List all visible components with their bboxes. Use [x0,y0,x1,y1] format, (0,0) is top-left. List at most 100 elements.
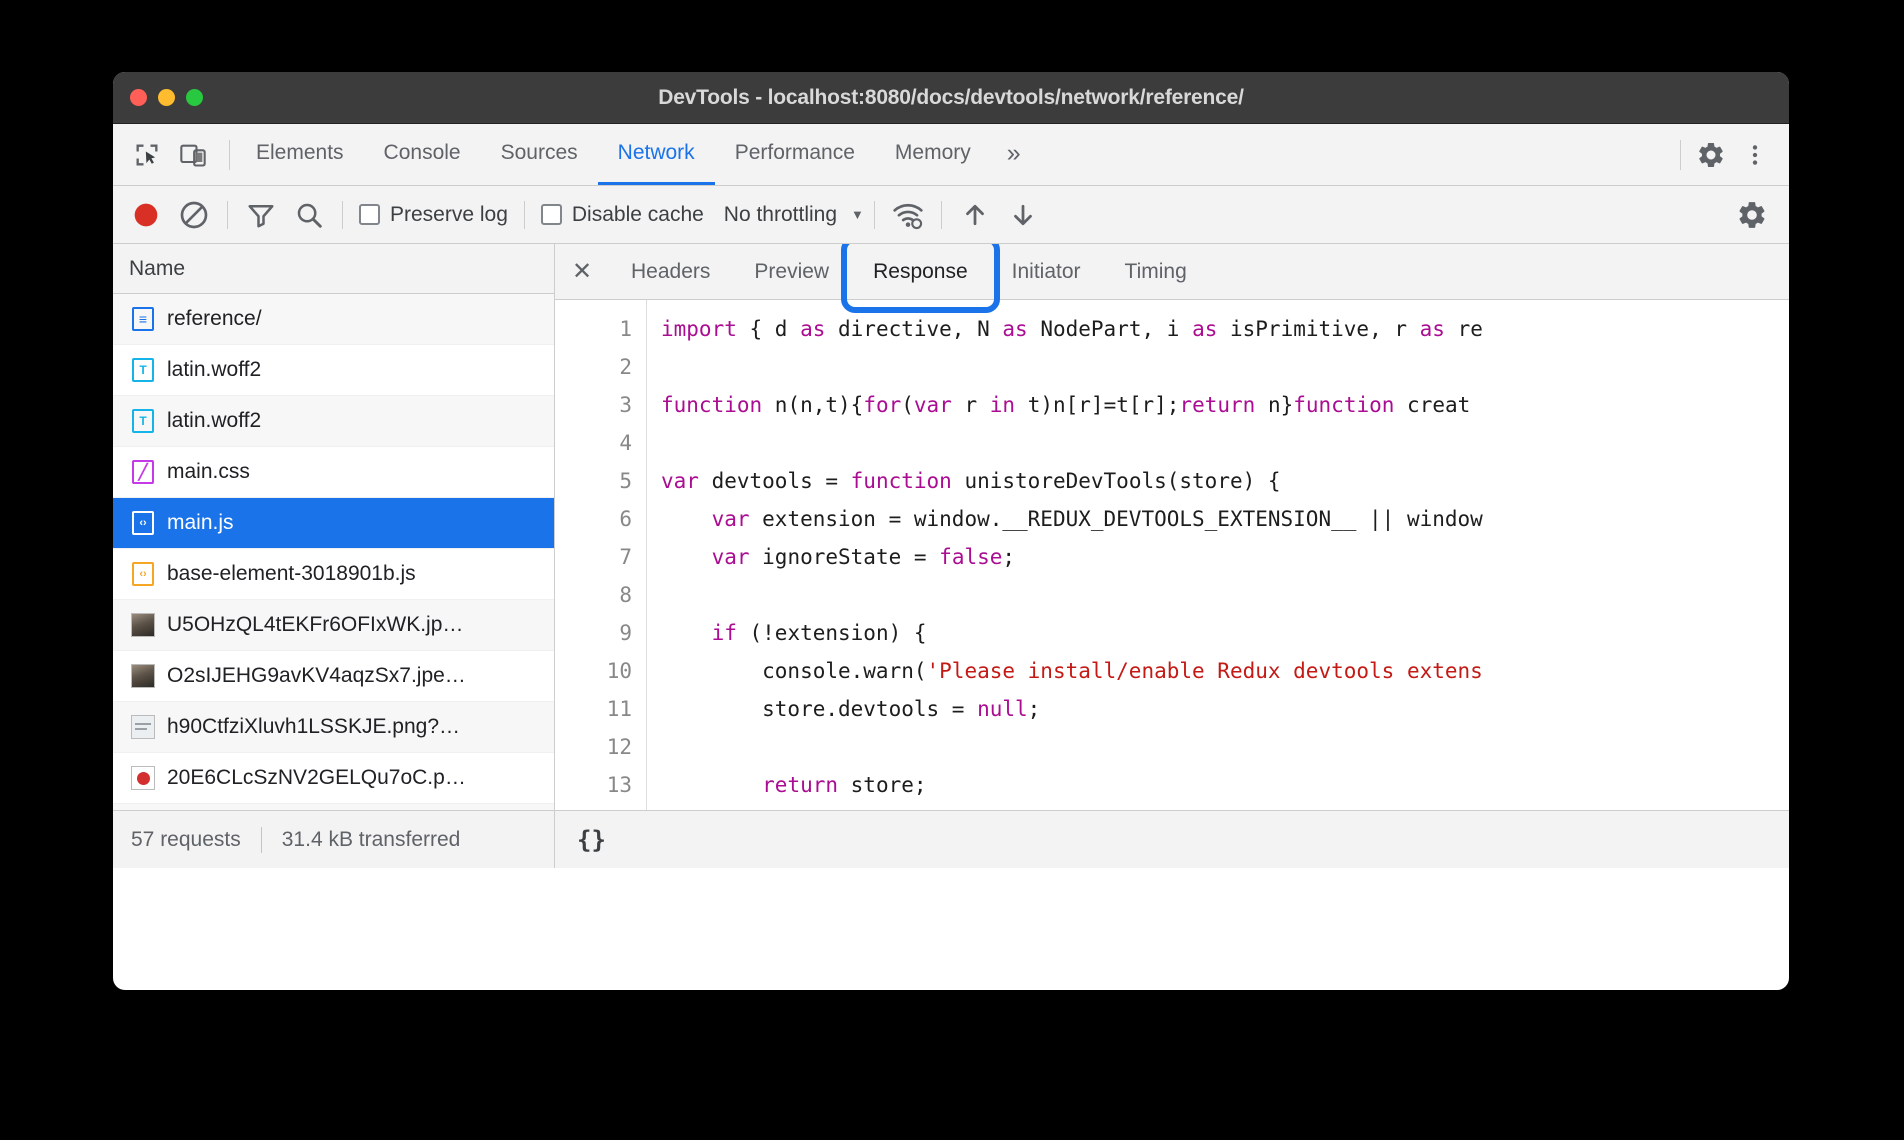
code-line: var devtools = function unistoreDevTools… [661,462,1789,500]
device-toolbar-icon[interactable] [173,135,213,175]
close-detail-icon[interactable]: ✕ [555,244,609,299]
tab-response[interactable]: Response [851,244,990,299]
disable-cache-label: Disable cache [572,203,704,227]
detail-tabstrip: ✕ Headers Preview Response Initiator Tim… [555,244,1789,300]
request-row[interactable]: U5OHzQL4tEKFr6OFIxWK.jp… [113,600,554,651]
pretty-print-button[interactable]: {} [577,826,606,854]
maximize-window-button[interactable] [186,89,203,106]
network-toolbar-actions [1729,192,1789,238]
request-name: reference/ [167,307,262,331]
tab-initiator-label: Initiator [1012,260,1081,284]
request-name: U5OHzQL4tEKFr6OFIxWK.jp… [167,613,463,637]
line-number: 6 [555,500,632,538]
request-name: 20E6CLcSzNV2GELQu7oC.p… [167,766,466,790]
font-icon: T [131,358,155,382]
request-row[interactable]: ╱main.css [113,447,554,498]
export-har-icon[interactable] [1000,192,1046,238]
inspect-element-icon[interactable] [127,135,167,175]
toolbar-divider-2 [342,201,343,229]
more-tabs-chevron-icon[interactable]: » [991,124,1037,185]
requests-sidebar: Name ≡reference/Tlatin.woff2Tlatin.woff2… [113,244,555,810]
tab-memory[interactable]: Memory [875,124,991,185]
request-row[interactable]: Tlatin.woff2 [113,396,554,447]
code-line: var extension = window.__REDUX_DEVTOOLS_… [661,500,1789,538]
request-list: ≡reference/Tlatin.woff2Tlatin.woff2╱main… [113,294,554,810]
request-row[interactable]: O2sIJEHG9avKV4aqzSx7.jpe… [113,651,554,702]
disable-cache-box[interactable] [541,204,562,225]
image-icon [131,664,155,688]
request-name: latin.woff2 [167,358,261,382]
line-number: 13 [555,766,632,804]
more-tabs-label: » [1007,139,1021,168]
tab-network[interactable]: Network [598,124,715,185]
tab-console[interactable]: Console [364,124,481,185]
tab-headers[interactable]: Headers [609,244,732,299]
tab-timing-label: Timing [1125,260,1187,284]
request-row[interactable]: ‹›main.js [113,498,554,549]
tab-timing[interactable]: Timing [1103,244,1209,299]
line-number: 3 [555,386,632,424]
tab-initiator[interactable]: Initiator [990,244,1103,299]
request-row[interactable]: ≡ reference/ [113,294,554,345]
throttling-dropdown[interactable]: No throttling ▼ [712,203,864,227]
line-number: 11 [555,690,632,728]
gear-icon[interactable] [1729,192,1775,238]
tab-performance[interactable]: Performance [715,124,875,185]
name-column-header[interactable]: Name [113,244,554,294]
search-icon[interactable] [286,192,332,238]
tab-preview-label: Preview [754,260,829,284]
preserve-log-box[interactable] [359,204,380,225]
document-icon: ≡ [131,307,155,331]
disable-cache-checkbox[interactable]: Disable cache [535,203,710,227]
request-row[interactable]: Tlatin.woff2 [113,345,554,396]
filter-icon[interactable] [238,192,284,238]
panel-tabs: Elements Console Sources Network Perform… [236,124,1037,185]
traffic-lights [113,89,203,106]
tab-sources[interactable]: Sources [481,124,598,185]
gear-icon[interactable] [1691,135,1731,175]
tab-response-label: Response [873,260,968,284]
response-body-viewer[interactable]: 123456789101112131415161718 import { d a… [555,300,1789,810]
script-icon: ‹› [131,511,155,535]
network-body: Name ≡reference/Tlatin.woff2Tlatin.woff2… [113,244,1789,810]
transferred-size: 31.4 kB transferred [282,828,461,852]
code-line: } [661,804,1789,810]
line-number: 1 [555,310,632,348]
tab-memory-label: Memory [895,141,971,165]
request-row[interactable]: ⃠MadqZslZpo1sj3qQ3GsZ.svg [113,804,554,810]
source-code[interactable]: import { d as directive, N as NodePart, … [647,300,1789,810]
preserve-log-label: Preserve log [390,203,508,227]
tab-network-label: Network [618,141,695,165]
devtools-window: DevTools - localhost:8080/docs/devtools/… [113,72,1789,990]
request-name: base-element-3018901b.js [167,562,416,586]
minimize-window-button[interactable] [158,89,175,106]
image-icon [131,613,155,637]
request-detail-pane: ✕ Headers Preview Response Initiator Tim… [555,244,1789,810]
close-window-button[interactable] [130,89,147,106]
request-name: latin.woff2 [167,409,261,433]
line-number: 9 [555,614,632,652]
line-number: 8 [555,576,632,614]
kebab-menu-icon[interactable] [1735,135,1775,175]
request-row[interactable]: ‹› base-element-3018901b.js [113,549,554,600]
toolbar-divider [229,140,230,170]
tab-elements[interactable]: Elements [236,124,364,185]
tab-elements-label: Elements [256,141,344,165]
code-line [661,728,1789,766]
actions-divider [1680,140,1681,170]
record-stop-icon[interactable] [123,192,169,238]
clear-icon[interactable] [171,192,217,238]
code-line [661,348,1789,386]
network-summary: 57 requests 31.4 kB transferred [113,811,555,868]
network-conditions-icon[interactable] [885,192,931,238]
preserve-log-checkbox[interactable]: Preserve log [353,203,514,227]
script-icon: ‹› [131,562,155,586]
request-row[interactable]: h90CtfziXluvh1LSSKJE.png?… [113,702,554,753]
tab-preview[interactable]: Preview [732,244,851,299]
request-row[interactable]: 20E6CLcSzNV2GELQu7oC.p… [113,753,554,804]
image-icon [131,766,155,790]
toolbar-divider-4 [874,201,875,229]
detail-status-bar: {} [555,811,1789,868]
line-number: 7 [555,538,632,576]
import-har-icon[interactable] [952,192,998,238]
